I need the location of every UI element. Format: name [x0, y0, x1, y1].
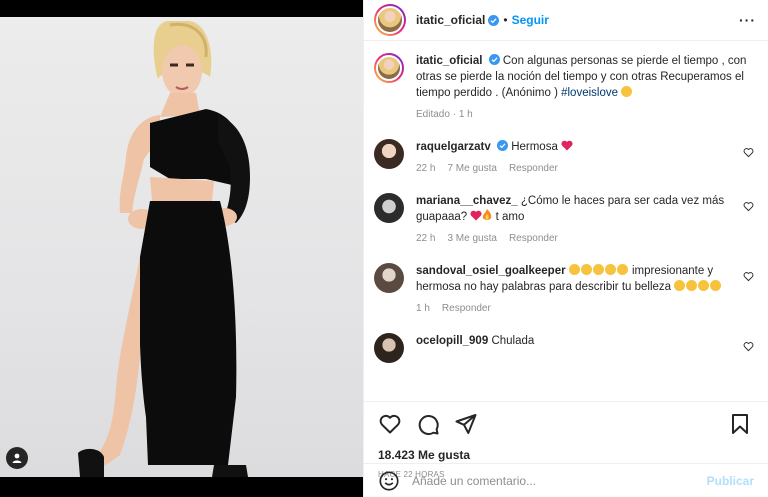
- like-comment-heart-icon[interactable]: [743, 147, 754, 158]
- user-tag-button[interactable]: [6, 447, 28, 469]
- action-icons-row: [378, 408, 756, 440]
- heart-icon[interactable]: [378, 412, 402, 436]
- verified-icon: [488, 14, 500, 26]
- caption-hashtag[interactable]: #loveislove: [561, 87, 618, 99]
- star-struck-emoji-icon: [592, 264, 604, 275]
- star-struck-emoji-icon: [674, 280, 686, 291]
- bookmark-icon[interactable]: [728, 412, 752, 436]
- author-avatar[interactable]: [374, 4, 406, 36]
- verified-icon: [488, 54, 500, 65]
- comment-item: raquelgarzatv Hermosa 22 h 7 Me gusta Re…: [374, 139, 754, 177]
- comments-list[interactable]: itatic_oficial Con algunas personas se p…: [364, 41, 768, 401]
- more-options-icon[interactable]: ···: [739, 12, 756, 28]
- commenter-avatar[interactable]: [374, 193, 404, 223]
- star-struck-emoji-icon: [710, 280, 722, 291]
- like-comment-heart-icon[interactable]: [743, 201, 754, 212]
- like-comment-heart-icon[interactable]: [743, 271, 754, 282]
- comment-username[interactable]: ocelopill_909: [416, 335, 488, 347]
- likes-count[interactable]: 18.423 Me gusta: [378, 448, 756, 462]
- red-heart-emoji-icon: [470, 210, 482, 221]
- post-caption: itatic_oficial Con algunas personas se p…: [374, 53, 754, 123]
- comment-username[interactable]: mariana__chavez_: [416, 195, 518, 207]
- fire-emoji-icon: [483, 209, 492, 220]
- star-struck-emoji-icon: [616, 264, 628, 275]
- comment-likes[interactable]: 7 Me gusta: [447, 161, 496, 177]
- star-struck-emoji-icon: [604, 264, 616, 275]
- comment-username[interactable]: sandoval_osiel_goalkeeper: [416, 265, 566, 277]
- caption-username[interactable]: itatic_oficial: [416, 55, 482, 67]
- author-username[interactable]: itatic_oficial: [416, 13, 485, 27]
- star-struck-emoji-icon: [686, 280, 698, 291]
- comment-item: mariana__chavez_ ¿Cómo le haces para ser…: [374, 193, 754, 247]
- star-struck-emoji-icon: [568, 264, 580, 275]
- reply-button[interactable]: Responder: [509, 231, 558, 247]
- share-icon[interactable]: [454, 412, 478, 436]
- comment-text: Hermosa: [511, 141, 558, 153]
- comment-age: 22 h: [416, 233, 436, 244]
- publish-button[interactable]: Publicar: [707, 474, 754, 488]
- user-tag-icon: [12, 453, 22, 463]
- comment-age: 22 h: [416, 163, 436, 174]
- verified-icon: [496, 140, 508, 151]
- comment-input[interactable]: [412, 473, 707, 488]
- separator-dot: •: [503, 13, 508, 27]
- commenter-avatar[interactable]: [374, 139, 404, 169]
- star-struck-emoji-icon: [698, 280, 710, 291]
- comment-text: Chulada: [491, 335, 535, 347]
- post-photo: [0, 17, 363, 477]
- caption-age: 1 h: [458, 109, 473, 120]
- comment-item: ocelopill_909 Chulada: [374, 333, 754, 363]
- post-media[interactable]: [0, 0, 363, 497]
- commenter-avatar[interactable]: [374, 263, 404, 293]
- comment-likes[interactable]: 3 Me gusta: [447, 231, 496, 247]
- emoji-icon[interactable]: [378, 470, 400, 492]
- comment-age: 1 h: [416, 303, 430, 314]
- smiling-hearts-emoji-icon: [621, 86, 633, 97]
- comment-meta: 22 h 7 Me gusta Responder: [416, 161, 736, 177]
- instagram-post-modal: itatic_oficial • Seguir ··· itatic_ofici…: [0, 0, 768, 497]
- caption-edited: Editado: [416, 109, 450, 120]
- commenter-avatar[interactable]: [374, 333, 404, 363]
- star-struck-emoji-icon: [580, 264, 592, 275]
- follow-button[interactable]: Seguir: [512, 13, 549, 27]
- woman-in-black-dress-photo: [78, 21, 250, 477]
- comment-composer: Publicar: [364, 463, 768, 497]
- like-comment-heart-icon[interactable]: [743, 341, 754, 352]
- comment-username[interactable]: raquelgarzatv: [416, 141, 491, 153]
- reply-button[interactable]: Responder: [509, 161, 558, 177]
- red-heart-emoji-icon: [561, 140, 573, 151]
- caption-avatar[interactable]: [374, 53, 404, 83]
- comment-item: sandoval_osiel_goalkeeper impresionante …: [374, 263, 754, 317]
- comment-meta: 22 h 3 Me gusta Responder: [416, 231, 736, 247]
- comment-meta: 1 h Responder: [416, 301, 736, 317]
- post-side-panel: itatic_oficial • Seguir ··· itatic_ofici…: [363, 0, 768, 497]
- caption-meta: Editado · 1 h: [416, 109, 473, 120]
- post-header: itatic_oficial • Seguir ···: [364, 0, 768, 41]
- comment-icon[interactable]: [416, 412, 440, 436]
- comment-text-2: t amo: [495, 211, 525, 223]
- reply-button[interactable]: Responder: [442, 301, 491, 317]
